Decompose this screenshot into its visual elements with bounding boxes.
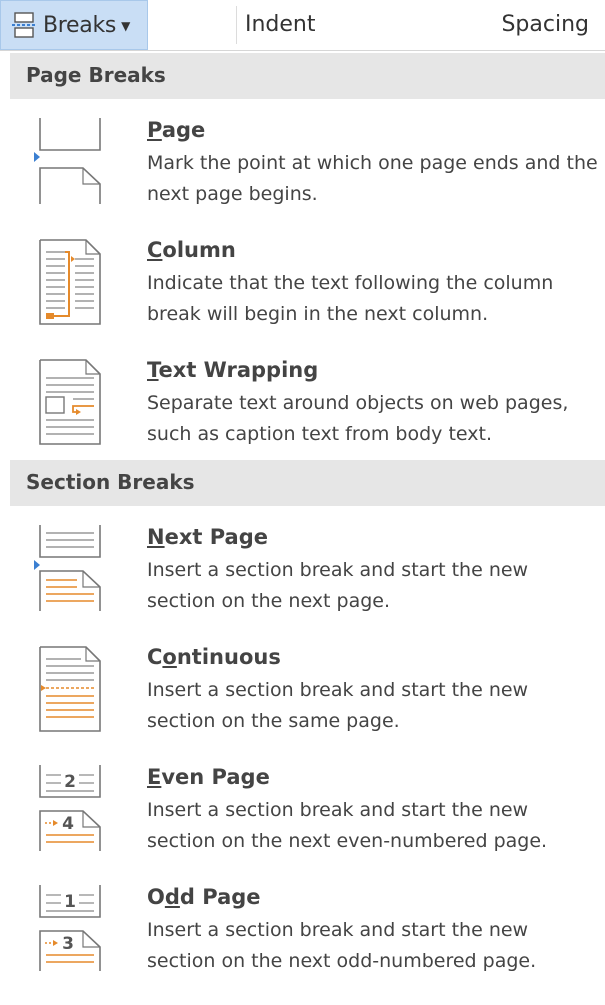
menu-item-description: Insert a section break and start the new… <box>147 559 529 612</box>
menu-item-column-break[interactable]: Column Indicate that the text following … <box>10 238 605 358</box>
menu-item-title: Text Wrapping <box>147 358 319 382</box>
breaks-icon <box>12 12 36 38</box>
breaks-button[interactable]: Breaks ▼ <box>0 0 148 50</box>
next-page-icon <box>39 525 101 611</box>
menu-item-description: Insert a section break and start the new… <box>147 799 548 852</box>
ribbon-toolbar: Breaks ▼ Indent Spacing <box>0 0 605 51</box>
section-breaks-header-label: Section Breaks <box>26 470 195 494</box>
breaks-label: Breaks <box>43 12 117 38</box>
menu-item-page-break[interactable]: Page Mark the point at which one page en… <box>10 118 605 238</box>
odd-page-icon: 1 3 <box>39 885 101 971</box>
even-page-top-number: 2 <box>64 772 76 792</box>
menu-item-title: Odd Page <box>147 885 261 909</box>
even-page-bottom-number: 4 <box>62 814 74 834</box>
menu-item-continuous[interactable]: Continuous Insert a section break and st… <box>10 645 605 765</box>
menu-item-description: Insert a section break and start the new… <box>147 679 529 732</box>
menu-item-description: Indicate that the text following the col… <box>147 272 554 325</box>
page-breaks-header: Page Breaks <box>10 53 605 99</box>
menu-item-next-page[interactable]: Next Page Insert a section break and sta… <box>10 525 605 645</box>
menu-item-description: Insert a section break and start the new… <box>147 919 537 972</box>
menu-item-title: Page <box>147 118 206 142</box>
text-wrapping-icon <box>39 359 101 445</box>
page-breaks-header-label: Page Breaks <box>26 63 166 87</box>
menu-item-odd-page[interactable]: 1 3 Odd Page Insert a section break and … <box>10 885 605 1005</box>
menu-item-title: Column <box>147 238 236 262</box>
menu-item-description: Mark the point at which one page ends an… <box>147 152 598 205</box>
chevron-down-icon: ▼ <box>121 19 131 33</box>
menu-item-title: Continuous <box>147 645 281 669</box>
menu-item-title: Next Page <box>147 525 268 549</box>
column-break-icon <box>39 239 101 325</box>
menu-item-title: Even Page <box>147 765 270 789</box>
menu-item-even-page[interactable]: 2 4 Even Page Insert a section break and… <box>10 765 605 885</box>
indent-label: Indent <box>245 12 316 37</box>
menu-item-description: Separate text around objects on web page… <box>147 392 569 445</box>
odd-page-bottom-number: 3 <box>62 934 74 954</box>
toolbar-divider <box>236 6 237 44</box>
continuous-icon <box>39 646 101 732</box>
even-page-icon: 2 4 <box>39 765 101 851</box>
spacing-label: Spacing <box>501 12 589 37</box>
odd-page-top-number: 1 <box>64 892 76 912</box>
section-breaks-header: Section Breaks <box>10 460 605 506</box>
page-break-icon <box>39 118 101 204</box>
